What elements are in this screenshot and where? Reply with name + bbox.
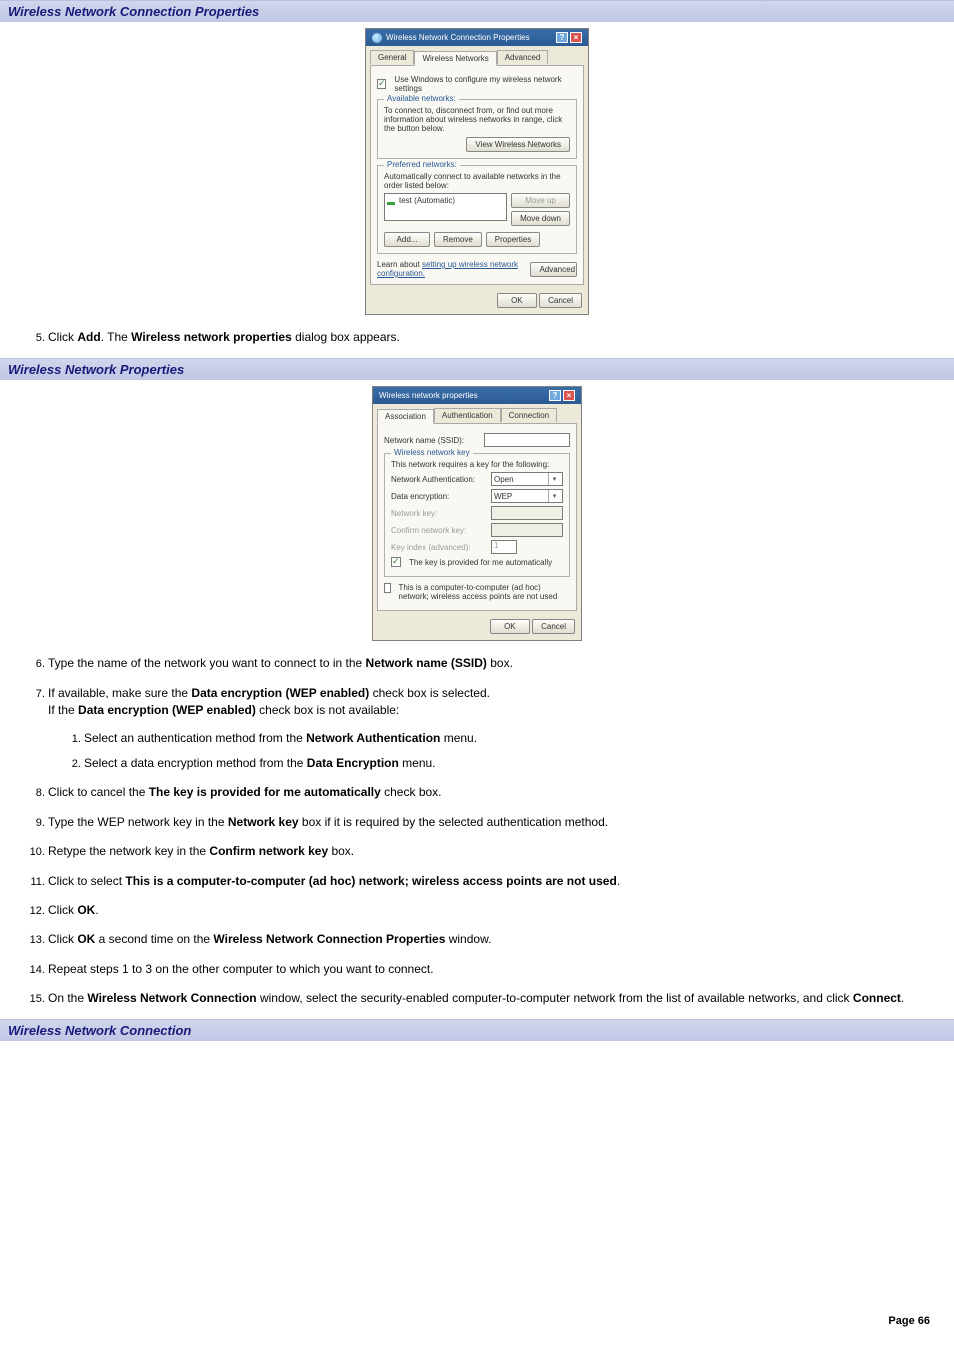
tab-advanced[interactable]: Advanced: [497, 50, 549, 64]
network-icon: [372, 33, 382, 43]
list-item[interactable]: test (Automatic): [387, 196, 504, 205]
move-up-button[interactable]: Move up: [511, 193, 570, 208]
preferred-networks-list[interactable]: test (Automatic): [384, 193, 507, 221]
chevron-down-icon: ▾: [548, 490, 560, 502]
dialog-title: Wireless network properties: [379, 391, 478, 400]
wireless-key-legend: Wireless network key: [391, 448, 473, 457]
section-heading-2: Wireless Network Properties: [0, 358, 954, 380]
step-12: Click OK.: [48, 902, 934, 919]
auto-key-label: The key is provided for me automatically: [409, 558, 552, 567]
help-icon[interactable]: ?: [549, 390, 561, 401]
section-heading-1: Wireless Network Connection Properties: [0, 0, 954, 22]
adhoc-label: This is a computer-to-computer (ad hoc) …: [399, 583, 570, 601]
key-intro-text: This network requires a key for the foll…: [391, 460, 563, 469]
key-index-input[interactable]: 1: [491, 540, 517, 554]
step-11: Click to select This is a computer-to-co…: [48, 873, 934, 890]
section-heading-3: Wireless Network Connection: [0, 1019, 954, 1041]
confirm-key-label: Confirm network key:: [391, 526, 487, 535]
close-icon[interactable]: ×: [563, 390, 575, 401]
tab-authentication[interactable]: Authentication: [434, 408, 501, 422]
chevron-down-icon: ▾: [548, 473, 560, 485]
tab-connection[interactable]: Connection: [501, 408, 557, 422]
use-windows-label: Use Windows to configure my wireless net…: [394, 75, 577, 93]
remove-button[interactable]: Remove: [434, 232, 482, 247]
step-10: Retype the network key in the Confirm ne…: [48, 843, 934, 860]
page-number: Page 66: [0, 1285, 954, 1337]
ok-button[interactable]: OK: [497, 293, 537, 308]
step-7: If available, make sure the Data encrypt…: [48, 685, 934, 773]
move-down-button[interactable]: Move down: [511, 211, 570, 226]
ssid-label: Network name (SSID):: [384, 436, 480, 445]
available-networks-text: To connect to, disconnect from, or find …: [384, 106, 570, 133]
properties-button[interactable]: Properties: [486, 232, 540, 247]
step-13: Click OK a second time on the Wireless N…: [48, 931, 934, 948]
advanced-button[interactable]: Advanced: [530, 262, 577, 277]
step-9: Type the WEP network key in the Network …: [48, 814, 934, 831]
close-icon[interactable]: ×: [570, 32, 582, 43]
preferred-networks-legend: Preferred networks:: [384, 160, 460, 169]
step-14: Repeat steps 1 to 3 on the other compute…: [48, 961, 934, 978]
key-index-label: Key index (advanced):: [391, 543, 487, 552]
step-15: On the Wireless Network Connection windo…: [48, 990, 934, 1007]
network-properties-dialog: Wireless network properties ? × Associat…: [372, 386, 582, 641]
ssid-input[interactable]: [484, 433, 570, 447]
add-button[interactable]: Add...: [384, 232, 430, 247]
ok-button[interactable]: OK: [490, 619, 530, 634]
dialog-titlebar: Wireless Network Connection Properties ?…: [366, 29, 588, 46]
adhoc-checkbox[interactable]: [384, 583, 391, 593]
dialog-title: Wireless Network Connection Properties: [386, 33, 530, 42]
preferred-networks-text: Automatically connect to available netwo…: [384, 172, 570, 190]
tab-general[interactable]: General: [370, 50, 414, 64]
step-5: Click Add. The Wireless network properti…: [48, 329, 934, 346]
encryption-select[interactable]: WEP ▾: [491, 489, 563, 503]
cancel-button[interactable]: Cancel: [532, 619, 575, 634]
help-icon[interactable]: ?: [556, 32, 568, 43]
step-6: Type the name of the network you want to…: [48, 655, 934, 672]
dialog-titlebar: Wireless network properties ? ×: [373, 387, 581, 404]
step-7-1: Select an authentication method from the…: [84, 730, 934, 747]
signal-icon: [387, 197, 395, 205]
learn-about-text: Learn about: [377, 260, 422, 269]
auto-key-checkbox[interactable]: [391, 557, 401, 567]
view-wireless-networks-button[interactable]: View Wireless Networks: [466, 137, 570, 152]
step-8: Click to cancel the The key is provided …: [48, 784, 934, 801]
tab-wireless-networks[interactable]: Wireless Networks: [414, 51, 496, 66]
cancel-button[interactable]: Cancel: [539, 293, 582, 308]
step-7-2: Select a data encryption method from the…: [84, 755, 934, 772]
available-networks-legend: Available networks:: [384, 94, 459, 103]
encryption-label: Data encryption:: [391, 492, 487, 501]
connection-properties-dialog: Wireless Network Connection Properties ?…: [365, 28, 589, 315]
network-key-input[interactable]: [491, 506, 563, 520]
use-windows-checkbox[interactable]: [377, 79, 386, 89]
network-name: test (Automatic): [399, 196, 455, 205]
tab-association[interactable]: Association: [377, 409, 434, 424]
confirm-key-input[interactable]: [491, 523, 563, 537]
authentication-select[interactable]: Open ▾: [491, 472, 563, 486]
authentication-label: Network Authentication:: [391, 475, 487, 484]
network-key-label: Network key:: [391, 509, 487, 518]
